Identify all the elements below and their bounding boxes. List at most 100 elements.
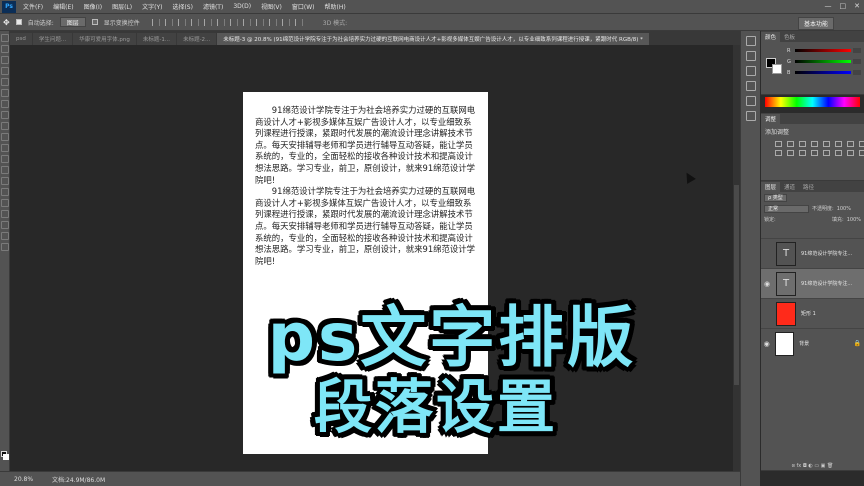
menu-file[interactable]: 文件(F) — [18, 2, 48, 11]
menu-view[interactable]: 视图(V) — [256, 2, 287, 11]
shape-tool-icon[interactable] — [1, 221, 9, 229]
close-button[interactable]: ✕ — [854, 2, 860, 10]
menu-layer[interactable]: 图层(L) — [107, 2, 137, 11]
tab-untitled-2[interactable]: 未标题-2... — [177, 33, 217, 45]
blur-tool-icon[interactable] — [1, 166, 9, 174]
zoom-level[interactable]: 20.8% — [14, 476, 46, 483]
tab-untitled-3-active[interactable]: 未标题-3 @ 20.8% (91绵范设计学院专注于为社会培养实力过硬的互联网电… — [217, 33, 649, 45]
align-middle-icon[interactable] — [164, 18, 173, 26]
menu-help[interactable]: 帮助(H) — [320, 2, 351, 11]
zoom-tool-icon[interactable] — [1, 243, 9, 251]
selective-color-icon[interactable] — [859, 150, 864, 156]
tab-adjustments[interactable]: 调整 — [761, 114, 781, 124]
tab-color[interactable]: 颜色 — [761, 32, 781, 42]
maximize-button[interactable]: □ — [840, 2, 847, 10]
properties-panel-icon[interactable] — [745, 51, 756, 61]
move-tool-icon[interactable] — [1, 34, 9, 42]
hue-saturation-icon[interactable] — [835, 141, 842, 147]
menu-3d[interactable]: 3D(D) — [228, 3, 256, 10]
tab-psd[interactable]: psd — [10, 33, 32, 45]
auto-select-dropdown[interactable]: 图层 — [59, 17, 86, 27]
color-balance-icon[interactable] — [847, 141, 854, 147]
info-panel-icon[interactable] — [745, 111, 756, 121]
tab-channels[interactable]: 通道 — [780, 182, 799, 192]
channel-mixer-icon[interactable] — [787, 150, 794, 156]
gradient-tool-icon[interactable] — [1, 155, 9, 163]
vibrance-icon[interactable] — [823, 141, 830, 147]
eye-icon[interactable]: ◉ — [761, 280, 773, 288]
brush-tool-icon[interactable] — [1, 111, 9, 119]
invert-icon[interactable] — [811, 150, 818, 156]
show-transform-checkbox[interactable] — [91, 19, 98, 25]
distribute-center-icon[interactable] — [281, 18, 290, 26]
auto-select-checkbox[interactable] — [15, 19, 22, 25]
layer-row-rectangle[interactable]: 矩形 1 — [761, 298, 864, 328]
posterize-icon[interactable] — [823, 150, 830, 156]
threshold-icon[interactable] — [835, 150, 842, 156]
eyedropper-tool-icon[interactable] — [1, 89, 9, 97]
distribute-right-icon[interactable] — [294, 18, 303, 26]
menu-image[interactable]: 图像(I) — [79, 2, 107, 11]
layer-row-text-2[interactable]: ◉ T 91绵范设计学院专注... — [761, 268, 864, 298]
brightness-icon[interactable] — [775, 141, 782, 147]
align-right-icon[interactable] — [216, 18, 225, 26]
hand-tool-icon[interactable] — [1, 232, 9, 240]
gradient-map-icon[interactable] — [847, 150, 854, 156]
crop-tool-icon[interactable] — [1, 78, 9, 86]
panel-background-swatch[interactable] — [772, 64, 782, 74]
workspace-selector[interactable]: 基本功能 — [797, 17, 834, 30]
color-lookup-icon[interactable] — [799, 150, 806, 156]
exposure-icon[interactable] — [811, 141, 818, 147]
tab-font-png[interactable]: 华康可爱用字体.png — [73, 33, 136, 45]
photo-filter-icon[interactable] — [775, 150, 782, 156]
layer-filter-select[interactable]: ρ 类型 — [764, 193, 787, 202]
curves-icon[interactable] — [799, 141, 806, 147]
stamp-tool-icon[interactable] — [1, 122, 9, 130]
align-center-icon[interactable] — [203, 18, 212, 26]
color-spectrum[interactable] — [765, 97, 860, 107]
slider-r[interactable]: R — [787, 48, 861, 54]
lasso-tool-icon[interactable] — [1, 56, 9, 64]
tab-layers[interactable]: 图层 — [761, 182, 781, 192]
minimize-button[interactable]: — — [825, 2, 832, 10]
distribute-bottom-icon[interactable] — [255, 18, 264, 26]
menu-select[interactable]: 选择(S) — [167, 2, 198, 11]
paragraph-panel-icon[interactable] — [745, 81, 756, 91]
dodge-tool-icon[interactable] — [1, 177, 9, 185]
type-tool-icon[interactable] — [1, 199, 9, 207]
history-brush-tool-icon[interactable] — [1, 133, 9, 141]
quick-select-tool-icon[interactable] — [1, 67, 9, 75]
menu-type[interactable]: 文字(Y) — [137, 2, 167, 11]
document-text-block[interactable]: 91绵范设计学院专注于为社会培养实力过硬的互联网电商设计人才+影视多媒体互娱广告… — [255, 105, 477, 267]
history-panel-icon[interactable] — [745, 36, 756, 46]
move-tool-icon[interactable]: ✥ — [3, 18, 10, 27]
tab-untitled-1[interactable]: 未标题-1... — [136, 33, 177, 45]
tab-student-question[interactable]: 学生问题... — [32, 33, 73, 45]
align-left-icon[interactable] — [190, 18, 199, 26]
actions-panel-icon[interactable] — [745, 96, 756, 106]
opacity-value[interactable]: 100% — [837, 206, 851, 212]
fill-value[interactable]: 100% — [847, 217, 861, 223]
blend-mode-select[interactable]: 正常 — [764, 204, 809, 213]
layer-row-background[interactable]: ◉ 背景 🔒 — [761, 328, 864, 358]
slider-b[interactable]: B — [787, 70, 861, 76]
distribute-middle-icon[interactable] — [242, 18, 251, 26]
layers-footer-icons[interactable]: ɞ fx ◘ ◐ ▭ ▣ 🗑 — [761, 463, 864, 471]
background-color-swatch[interactable] — [3, 454, 9, 460]
align-bottom-icon[interactable] — [177, 18, 186, 26]
path-select-tool-icon[interactable] — [1, 210, 9, 218]
black-white-icon[interactable] — [859, 141, 864, 147]
pen-tool-icon[interactable] — [1, 188, 9, 196]
menu-edit[interactable]: 编辑(E) — [48, 2, 78, 11]
menu-window[interactable]: 窗口(W) — [287, 2, 320, 11]
character-panel-icon[interactable] — [745, 66, 756, 76]
healing-tool-icon[interactable] — [1, 100, 9, 108]
distribute-left-icon[interactable] — [268, 18, 277, 26]
layer-row-text-1[interactable]: T 91绵范设计学院专注... — [761, 238, 864, 268]
eye-icon[interactable]: ◉ — [761, 340, 772, 348]
distribute-top-icon[interactable] — [229, 18, 238, 26]
tab-paths[interactable]: 路径 — [799, 182, 818, 192]
tab-swatches[interactable]: 色板 — [780, 32, 799, 42]
eraser-tool-icon[interactable] — [1, 144, 9, 152]
menu-filter[interactable]: 滤镜(T) — [198, 2, 228, 11]
